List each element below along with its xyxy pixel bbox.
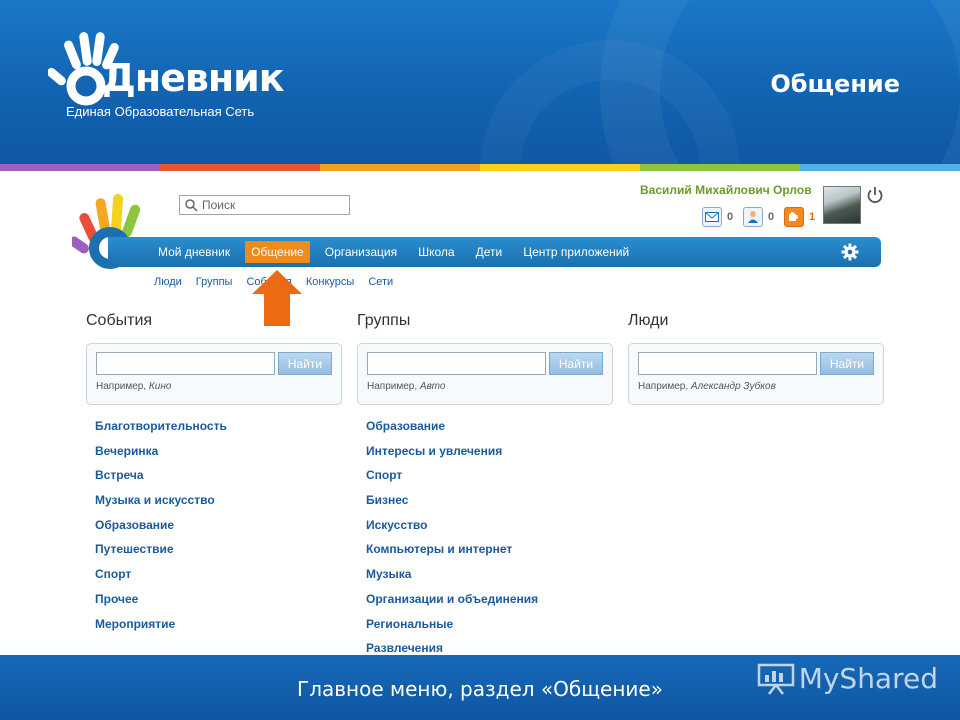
hint-example: Александр Зубков — [690, 381, 776, 392]
slide-header: Дневник Единая Образовательная Сеть Обще… — [0, 0, 960, 164]
events-search-input[interactable] — [96, 352, 275, 375]
nav-organization[interactable]: Организация — [319, 241, 403, 263]
user-avatar[interactable] — [823, 186, 861, 224]
myshared-watermark: MyShared — [757, 661, 938, 695]
category-link[interactable]: Спорт — [366, 466, 613, 491]
nav-communication[interactable]: Общение — [245, 241, 310, 263]
applications-notification[interactable]: 1 — [784, 207, 815, 227]
category-link[interactable]: Прочее — [95, 590, 342, 615]
people-search-panel: Найти Например, Александр Зубков — [628, 343, 884, 405]
people-heading: Люди — [628, 312, 669, 329]
main-nav: Мой дневник Общение Организация Школа Де… — [108, 237, 881, 267]
people-column: Люди Найти Например, Александр Зубков — [628, 312, 884, 405]
groups-find-button[interactable]: Найти — [549, 352, 603, 375]
groups-heading: Группы — [357, 312, 411, 329]
groups-search-panel: Найти Например, Авто — [357, 343, 613, 405]
search-icon — [185, 199, 198, 212]
strip-segment — [0, 164, 160, 171]
subnav-networks[interactable]: Сети — [368, 276, 393, 288]
strip-segment — [640, 164, 800, 171]
site-search-field[interactable] — [179, 195, 350, 215]
applications-count: 1 — [809, 211, 816, 223]
category-link[interactable]: Музыка — [366, 565, 613, 590]
groups-column: Группы Найти Например, Авто Образование … — [357, 312, 613, 664]
category-link[interactable]: Спорт — [95, 565, 342, 590]
category-link[interactable]: Бизнес — [366, 491, 613, 516]
category-link[interactable]: Музыка и искусство — [95, 491, 342, 516]
envelope-icon — [702, 207, 722, 227]
hint-prefix: Например, — [638, 381, 689, 392]
strip-segment — [160, 164, 320, 171]
search-input[interactable] — [202, 198, 342, 212]
logo-subtitle: Единая Образовательная Сеть — [66, 104, 255, 119]
friends-notification[interactable]: 0 — [743, 207, 774, 227]
puzzle-icon — [784, 207, 804, 227]
hint-example: Авто — [419, 381, 446, 392]
people-search-hint: Например, Александр Зубков — [638, 381, 874, 392]
category-link[interactable]: Образование — [366, 417, 613, 442]
subnav-people[interactable]: Люди — [154, 276, 182, 288]
category-link[interactable]: Встреча — [95, 466, 342, 491]
slide-footer: Главное меню, раздел «Общение» MyShared — [0, 655, 960, 720]
events-column: События Найти Например, Кино Благотворит… — [86, 312, 342, 639]
presentation-board-icon — [757, 663, 794, 695]
messages-count: 0 — [727, 211, 734, 223]
subnav-contests[interactable]: Конкурсы — [306, 276, 354, 288]
watermark-text: MyShared — [798, 661, 938, 695]
events-search-hint: Например, Кино — [96, 381, 332, 392]
nav-school[interactable]: Школа — [412, 241, 460, 263]
strip-segment — [480, 164, 640, 171]
groups-search-input[interactable] — [367, 352, 546, 375]
category-link[interactable]: Благотворительность — [95, 417, 342, 442]
slide-title: Общение — [770, 70, 900, 98]
people-search-input[interactable] — [638, 352, 817, 375]
category-link[interactable]: Искусство — [366, 516, 613, 541]
messages-notification[interactable]: 0 — [702, 207, 733, 227]
category-link[interactable]: Компьютеры и интернет — [366, 540, 613, 565]
category-link[interactable]: Региональные — [366, 615, 613, 640]
hint-example: Кино — [148, 381, 172, 392]
color-strip — [0, 164, 960, 171]
user-name-link[interactable]: Василий Михайлович Орлов — [640, 183, 812, 197]
events-search-panel: Найти Например, Кино — [86, 343, 342, 405]
people-find-button[interactable]: Найти — [820, 352, 874, 375]
nav-app-center[interactable]: Центр приложений — [517, 241, 635, 263]
strip-segment — [320, 164, 480, 171]
category-link[interactable]: Путешествие — [95, 540, 342, 565]
category-link[interactable]: Организации и объединения — [366, 590, 613, 615]
events-find-button[interactable]: Найти — [278, 352, 332, 375]
groups-category-list: Образование Интересы и увлечения Спорт Б… — [357, 417, 613, 664]
logo-wordmark: Дневник — [102, 56, 285, 100]
groups-search-hint: Например, Авто — [367, 381, 603, 392]
events-heading: События — [86, 312, 153, 329]
events-category-list: Благотворительность Вечеринка Встреча Му… — [86, 417, 342, 639]
strip-segment — [800, 164, 960, 171]
nav-my-diary[interactable]: Мой дневник — [152, 241, 236, 263]
category-link[interactable]: Вечеринка — [95, 442, 342, 467]
gear-icon[interactable] — [841, 243, 859, 261]
friends-count: 0 — [768, 211, 775, 223]
hint-prefix: Например, — [96, 381, 147, 392]
person-icon — [743, 207, 763, 227]
subnav-groups[interactable]: Группы — [196, 276, 233, 288]
category-link[interactable]: Образование — [95, 516, 342, 541]
category-link[interactable]: Мероприятие — [95, 615, 342, 640]
hint-prefix: Например, — [367, 381, 418, 392]
category-link[interactable]: Интересы и увлечения — [366, 442, 613, 467]
power-icon[interactable] — [866, 186, 884, 204]
nav-children[interactable]: Дети — [470, 241, 509, 263]
